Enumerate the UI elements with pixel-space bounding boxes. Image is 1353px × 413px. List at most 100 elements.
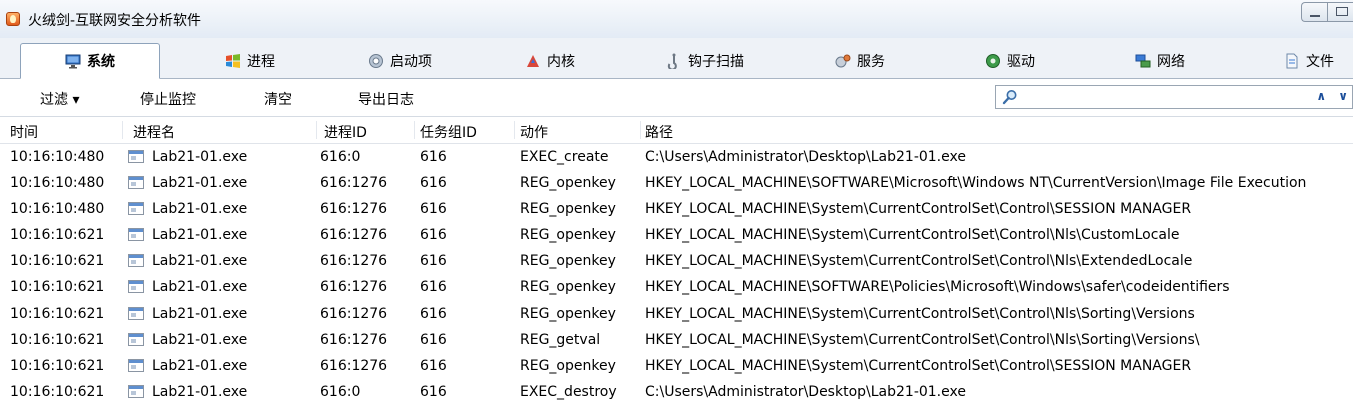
table-row[interactable]: 10:16:10:480 Lab21-01.exe 616:1276 616 R… <box>0 196 1353 222</box>
table-row[interactable]: 10:16:10:621 Lab21-01.exe 616:1276 616 R… <box>0 274 1353 300</box>
export-log-button[interactable]: 导出日志 <box>358 89 414 109</box>
cell-task-group-id: 616 <box>420 279 447 296</box>
cell-path: HKEY_LOCAL_MACHINE\SOFTWARE\Microsoft\Wi… <box>645 175 1307 192</box>
huorong-app-icon <box>6 12 20 26</box>
cell-path: HKEY_LOCAL_MACHINE\System\CurrentControl… <box>645 305 1195 322</box>
maximize-icon <box>1336 7 1348 16</box>
cell-time: 10:16:10:621 <box>10 279 105 296</box>
table-row[interactable]: 10:16:10:621 Lab21-01.exe 616:1276 616 R… <box>0 222 1353 248</box>
cell-pid: 616:1276 <box>320 227 388 244</box>
kernel-icon <box>525 53 541 69</box>
cell-time: 10:16:10:621 <box>10 253 105 270</box>
cell-path: C:\Users\Administrator\Desktop\Lab21-01.… <box>645 149 966 165</box>
column-header-task-group-id[interactable]: 任务组ID <box>420 122 477 142</box>
column-header-process[interactable]: 进程名 <box>133 122 175 142</box>
cell-time: 10:16:10:621 <box>10 331 105 348</box>
cell-task-group-id: 616 <box>420 305 447 322</box>
cell-path: HKEY_LOCAL_MACHINE\System\CurrentControl… <box>645 253 1193 270</box>
tab-kernel[interactable]: 内核 <box>505 44 595 78</box>
table-row[interactable]: 10:16:10:621 Lab21-01.exe 616:1276 616 R… <box>0 353 1353 379</box>
monitor-icon <box>65 53 81 69</box>
cell-time: 10:16:10:621 <box>10 227 105 244</box>
search-nav-arrows[interactable]: ∧ ∨ <box>1316 89 1352 103</box>
column-header-action[interactable]: 动作 <box>520 122 548 142</box>
driver-icon <box>985 53 1001 69</box>
cell-pid: 616:1276 <box>320 305 388 322</box>
cell-action: REG_getval <box>520 331 601 348</box>
window-title: 火绒剑-互联网安全分析软件 <box>28 13 202 29</box>
table-row[interactable]: 10:16:10:621 Lab21-01.exe 616:1276 616 R… <box>0 248 1353 274</box>
table-row[interactable]: 10:16:10:621 Lab21-01.exe 616:1276 616 R… <box>0 327 1353 353</box>
clear-button[interactable]: 清空 <box>264 89 292 109</box>
cell-path: C:\Users\Administrator\Desktop\Lab21-01.… <box>645 383 966 400</box>
cell-pid: 616:0 <box>320 383 361 400</box>
cell-task-group-id: 616 <box>420 149 447 165</box>
column-header-path[interactable]: 路径 <box>645 122 673 142</box>
tab-startup[interactable]: 启动项 <box>350 44 450 78</box>
hook-icon <box>666 53 682 71</box>
process-window-icon <box>128 150 144 163</box>
cell-time: 10:16:10:480 <box>10 149 105 165</box>
cell-process-name: Lab21-01.exe <box>152 279 248 296</box>
cell-time: 10:16:10:480 <box>10 175 105 192</box>
file-icon <box>1284 53 1300 69</box>
process-window-icon <box>128 280 144 294</box>
tab-label: 文件 <box>1306 54 1334 70</box>
toolbar: 过滤 ▾ 停止监控 清空 导出日志 ∧ ∨ <box>0 79 1353 117</box>
tab-files[interactable]: 文件 <box>1265 44 1353 78</box>
cell-task-group-id: 616 <box>420 331 447 348</box>
tab-label: 驱动 <box>1007 54 1035 70</box>
cell-action: REG_openkey <box>520 175 616 192</box>
table-row[interactable]: 10:16:10:621 Lab21-01.exe 616:0 616 EXEC… <box>0 379 1353 405</box>
cell-process-name: Lab21-01.exe <box>152 357 248 374</box>
process-window-icon <box>128 306 144 320</box>
stop-monitoring-button[interactable]: 停止监控 <box>140 89 196 109</box>
filter-dropdown-button[interactable]: 过滤 ▾ <box>40 89 79 109</box>
column-header-time[interactable]: 时间 <box>10 122 38 142</box>
cell-time: 10:16:10:621 <box>10 383 105 400</box>
table-row[interactable]: 10:16:10:480 Lab21-01.exe 616:1276 616 R… <box>0 170 1353 196</box>
maximize-button[interactable] <box>1327 2 1353 22</box>
search-box[interactable]: ∧ ∨ <box>995 85 1353 109</box>
tab-system[interactable]: 系统 <box>20 43 160 79</box>
column-divider[interactable] <box>640 121 641 139</box>
cell-task-group-id: 616 <box>420 175 447 192</box>
cell-pid: 616:1276 <box>320 253 388 270</box>
tab-services[interactable]: 服务 <box>815 44 905 78</box>
column-header-pid[interactable]: 进程ID <box>324 122 367 142</box>
cell-task-group-id: 616 <box>420 383 447 400</box>
cell-pid: 616:0 <box>320 149 361 165</box>
column-divider[interactable] <box>122 121 123 139</box>
tab-network[interactable]: 网络 <box>1115 44 1205 78</box>
windows-flag-icon <box>225 53 241 69</box>
cell-path: HKEY_LOCAL_MACHINE\SOFTWARE\Policies\Mic… <box>645 279 1230 296</box>
cell-pid: 616:1276 <box>320 201 388 218</box>
tab-hook-scan[interactable]: 钩子扫描 <box>650 44 760 78</box>
tab-drivers[interactable]: 驱动 <box>965 44 1055 78</box>
network-icon <box>1135 53 1151 69</box>
title-bar[interactable]: 火绒剑-互联网安全分析软件 <box>0 0 1353 39</box>
cell-task-group-id: 616 <box>420 201 447 218</box>
process-window-icon <box>128 332 144 346</box>
cell-time: 10:16:10:621 <box>10 357 105 374</box>
cell-action: REG_openkey <box>520 253 616 270</box>
cell-pid: 616:1276 <box>320 331 388 348</box>
cell-action: REG_openkey <box>520 227 616 244</box>
tab-process[interactable]: 进程 <box>205 44 295 78</box>
cell-action: EXEC_create <box>520 149 609 165</box>
cell-action: EXEC_destroy <box>520 383 617 400</box>
table-row[interactable]: 10:16:10:621 Lab21-01.exe 616:1276 616 R… <box>0 301 1353 327</box>
column-divider[interactable] <box>414 121 415 139</box>
minimize-icon <box>1310 15 1320 17</box>
cell-task-group-id: 616 <box>420 357 447 374</box>
minimize-button[interactable] <box>1301 2 1327 22</box>
cell-process-name: Lab21-01.exe <box>152 227 248 244</box>
process-window-icon <box>128 384 144 398</box>
search-input[interactable] <box>1024 87 1314 107</box>
cell-process-name: Lab21-01.exe <box>152 201 248 218</box>
cell-path: HKEY_LOCAL_MACHINE\System\CurrentControl… <box>645 201 1192 218</box>
column-divider[interactable] <box>514 121 515 139</box>
column-divider[interactable] <box>316 121 317 139</box>
table-row[interactable]: 10:16:10:480 Lab21-01.exe 616:0 616 EXEC… <box>0 144 1353 170</box>
gear-icon <box>368 53 384 69</box>
